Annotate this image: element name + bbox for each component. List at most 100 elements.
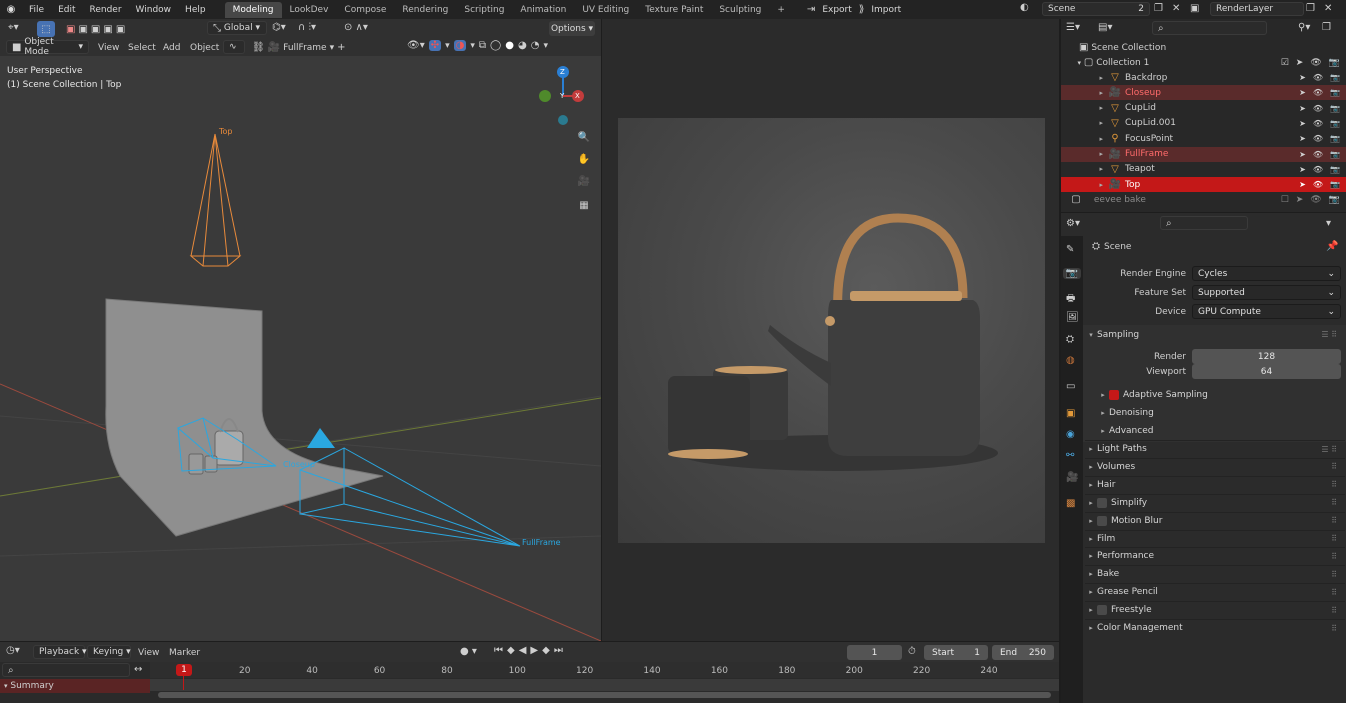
summary-channel[interactable]: ▾ Summary	[0, 679, 150, 693]
import-button[interactable]: Import	[864, 5, 908, 15]
panel-drag-icon[interactable]: ⠿	[1331, 588, 1337, 597]
outliner-editor-icon[interactable]: ☰▾	[1066, 22, 1080, 33]
camera-selector[interactable]: ⛓ 🎥 FullFrame ▾ +	[252, 42, 346, 53]
start-frame-field[interactable]: Start 1	[924, 645, 988, 660]
select-subtract-icon[interactable]: ▣	[91, 24, 100, 35]
row-render-icon[interactable]: 📷	[1330, 104, 1340, 113]
properties-options-icon[interactable]: ▾	[1326, 218, 1331, 229]
expand-arrow-icon[interactable]: ▸	[1061, 165, 1103, 173]
expand-arrow-icon[interactable]: ▸	[1061, 150, 1103, 158]
row-render-icon[interactable]: 📷	[1330, 88, 1340, 97]
record-icon[interactable]: ● ▾	[460, 646, 477, 657]
timeline-editor-icon[interactable]: ◷▾	[6, 645, 20, 656]
blender-logo-icon[interactable]: ◉	[0, 4, 22, 15]
timeline-menu-view[interactable]: View	[138, 648, 159, 658]
eevee-bake-checkbox-icon[interactable]: ☐	[1281, 195, 1289, 205]
pan-hand-icon[interactable]: ✋	[574, 150, 594, 168]
select-intersect-icon[interactable]: ▣	[116, 24, 125, 35]
editor-type-icon[interactable]: ⌖▾	[8, 22, 19, 33]
jump-end-icon[interactable]: ⏭	[554, 645, 563, 656]
ortho-grid-icon[interactable]: ▦	[574, 196, 594, 214]
world-tab-icon[interactable]: ◍	[1066, 355, 1075, 366]
panel-drag-icon[interactable]: ⠿	[1331, 462, 1337, 471]
row-select-icon[interactable]: ➤	[1299, 73, 1306, 82]
constraints-tab-icon[interactable]: ⚯	[1066, 450, 1074, 461]
export-button[interactable]: Export	[815, 5, 858, 15]
next-keyframe-icon[interactable]: ◆	[542, 645, 550, 656]
adaptive-sampling-checkbox[interactable]	[1109, 389, 1119, 400]
gpencil-dropdown[interactable]: ∿	[223, 40, 245, 54]
tab-compose[interactable]: Compose	[336, 2, 394, 18]
scene-selector-icon[interactable]: ◐	[1020, 2, 1038, 16]
material-shading-icon[interactable]: ◕	[518, 40, 527, 51]
tool-tab-icon[interactable]: ✎	[1066, 244, 1074, 255]
texture-tab-icon[interactable]: ▩	[1066, 498, 1075, 509]
render-samples-field[interactable]: 128	[1192, 349, 1341, 364]
viewport-menu-select[interactable]: Select	[128, 43, 156, 53]
collection-tab-icon[interactable]: ▭	[1066, 381, 1075, 392]
collection-checkbox-icon[interactable]: ☑	[1281, 58, 1289, 68]
playback-menu[interactable]: Playback ▾	[33, 645, 87, 659]
row-select-icon[interactable]: ➤	[1299, 180, 1306, 189]
sampling-presets-icon[interactable]: ☰ ⠿	[1321, 330, 1337, 339]
row-eye-icon[interactable]: 👁	[1313, 88, 1323, 97]
viewport-menu-object[interactable]: Object	[190, 43, 219, 53]
row-render-icon[interactable]: 📷	[1330, 134, 1340, 143]
expand-arrow-icon[interactable]: ▸	[1061, 104, 1103, 112]
outliner-row-collection[interactable]: ▾ ▢ Collection 1 ☑ ➤ 👁 📷	[1061, 55, 1346, 70]
panel-volumes[interactable]: ▸ Volumes ⠿	[1085, 457, 1345, 475]
transform-orientation-dropdown[interactable]: ⤡ Global ▾	[207, 21, 267, 35]
timeline-scrollbar[interactable]	[158, 692, 1051, 698]
output-tab-icon[interactable]: 🖶	[1066, 291, 1075, 308]
fullframe-camera[interactable]	[299, 447, 521, 547]
panel-enable-checkbox[interactable]	[1097, 497, 1107, 508]
tab-lookdev[interactable]: LookDev	[282, 2, 337, 18]
outliner-row-scene-collection[interactable]: ▣ Scene Collection	[1061, 40, 1346, 55]
tab-animation[interactable]: Animation	[512, 2, 574, 18]
row-eye-icon[interactable]: 👁	[1313, 150, 1323, 159]
tab-modeling[interactable]: Modeling	[224, 1, 282, 18]
proportional-edit-icon[interactable]: ⊙ ∧▾	[344, 22, 368, 33]
menu-edit[interactable]: Edit	[51, 5, 82, 15]
panel-motion-blur[interactable]: ▸ Motion Blur ⠿	[1085, 511, 1345, 529]
end-frame-field[interactable]: End 250	[992, 645, 1054, 660]
solid-shading-icon[interactable]: ●	[505, 40, 514, 51]
options-button[interactable]: Options ▾	[549, 21, 595, 36]
scene-tab-icon[interactable]: ⛭	[1066, 334, 1074, 345]
play-icon[interactable]: ▶	[530, 645, 538, 656]
row-eye-icon[interactable]: 👁	[1313, 180, 1323, 189]
jump-start-icon[interactable]: ⏮	[494, 645, 503, 656]
tab-texture-paint[interactable]: Texture Paint	[637, 2, 711, 18]
advanced-subpanel[interactable]: ▸ Advanced	[1097, 422, 1346, 439]
add-camera-icon[interactable]: +	[337, 42, 345, 53]
row-render-icon[interactable]: 📷	[1330, 165, 1340, 174]
tab-scripting[interactable]: Scripting	[456, 2, 512, 18]
row-eye-icon[interactable]: 👁	[1313, 119, 1323, 128]
outliner-row-top[interactable]: ▸ 🎥 Top ➤ 👁 📷	[1061, 177, 1346, 193]
overlay-toggle-icon[interactable]: ◑	[453, 40, 467, 51]
row-select-icon[interactable]: ➤	[1299, 88, 1306, 97]
select-invert-icon[interactable]: ▣	[103, 24, 112, 35]
top-camera[interactable]	[189, 133, 242, 267]
play-reverse-icon[interactable]: ◀	[519, 645, 527, 656]
panel-freestyle[interactable]: ▸ Freestyle ⠿	[1085, 601, 1345, 618]
filter-icon[interactable]: ⚲▾	[1298, 22, 1310, 33]
row-select-icon[interactable]: ➤	[1299, 165, 1306, 174]
render-tab-icon[interactable]: 📷	[1063, 268, 1081, 279]
device-dropdown[interactable]: GPU Compute ⌄	[1192, 304, 1341, 319]
viewport-menu-view[interactable]: View	[98, 43, 119, 53]
row-render-icon[interactable]: 📷	[1330, 180, 1340, 189]
collection-eye-icon[interactable]: 👁	[1310, 58, 1321, 68]
panel-drag-icon[interactable]: ⠿	[1331, 480, 1337, 489]
mode-dropdown[interactable]: ■ Object Mode ▾	[6, 37, 89, 57]
stopwatch-icon[interactable]: ⏱	[908, 646, 916, 657]
add-workspace-button[interactable]: +	[769, 2, 793, 18]
sampling-panel-header[interactable]: ▾ Sampling ☰ ⠿	[1085, 326, 1345, 343]
viewport-samples-field[interactable]: 64	[1192, 364, 1341, 379]
tab-sculpting[interactable]: Sculpting	[711, 2, 769, 18]
render-engine-dropdown[interactable]: Cycles ⌄	[1192, 266, 1341, 281]
panel-drag-icon[interactable]: ⠿	[1331, 534, 1337, 543]
expand-arrow-icon[interactable]: ▸	[1061, 89, 1103, 97]
feature-set-dropdown[interactable]: Supported ⌄	[1192, 285, 1341, 300]
panel-drag-icon[interactable]: ⠿	[1331, 498, 1337, 507]
